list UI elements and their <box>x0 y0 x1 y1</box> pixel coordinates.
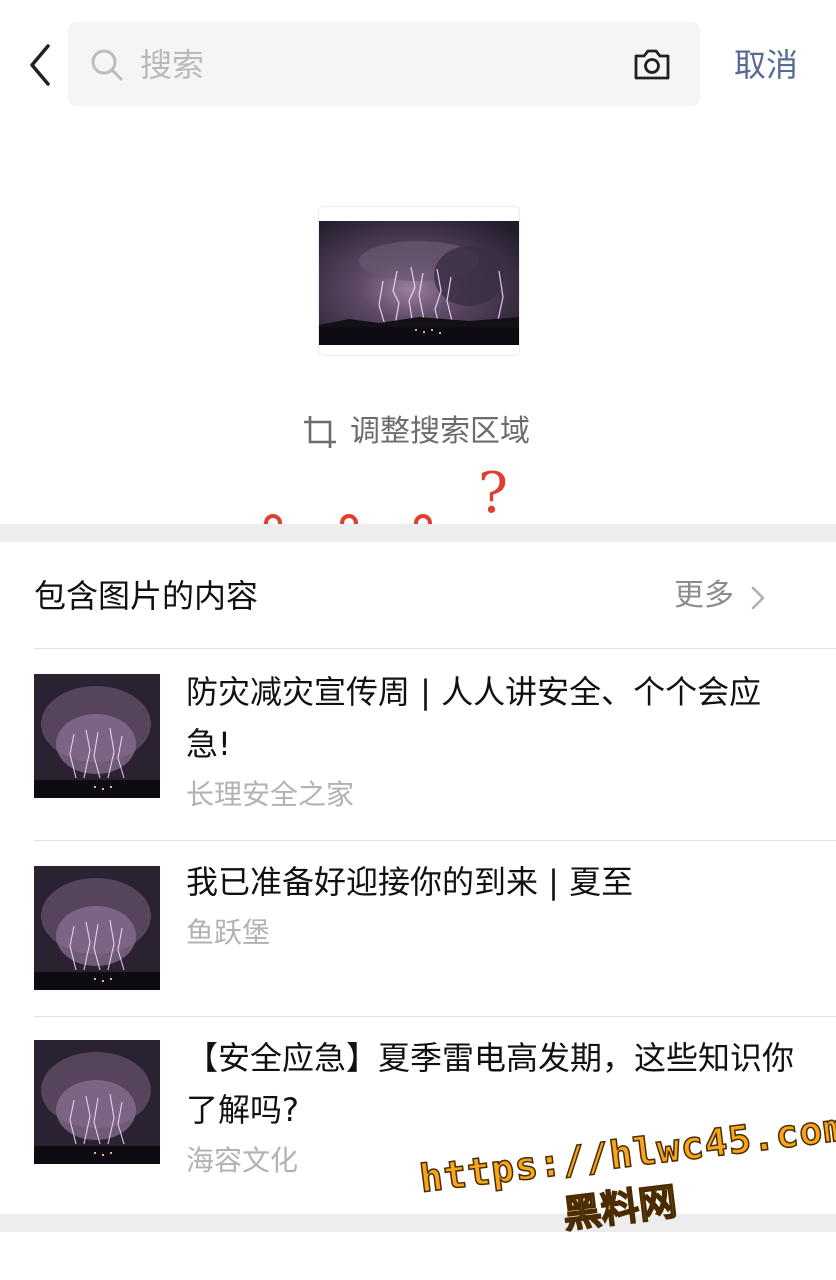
result-source: 鱼跃堡 <box>186 916 271 949</box>
search-image-preview[interactable] <box>318 206 520 356</box>
search-input[interactable] <box>140 42 600 88</box>
result-item[interactable]: 我已准备好迎接你的到来 | 夏至 鱼跃堡 <box>0 840 836 1016</box>
red-question-mark: ? <box>478 461 509 526</box>
section-header: 包含图片的内容 更多 <box>0 542 836 648</box>
back-arrow-icon[interactable] <box>22 40 62 90</box>
chevron-right-icon <box>751 586 765 610</box>
result-title: 我已准备好迎接你的到来 | 夏至 <box>186 863 634 901</box>
camera-icon[interactable] <box>632 46 672 82</box>
result-source: 海容文化 <box>186 1144 299 1177</box>
cancel-button[interactable]: 取消 <box>734 44 798 86</box>
search-box[interactable] <box>68 22 700 106</box>
result-thumbnail <box>34 674 160 798</box>
more-label: 更多 <box>674 578 734 613</box>
adjust-search-area-label: 调整搜索区域 <box>350 414 530 449</box>
result-source: 长理安全之家 <box>186 778 355 811</box>
result-thumbnail <box>34 1040 160 1164</box>
search-header: 取消 <box>0 0 836 130</box>
result-title: 防灾减灾宣传周 | 人人讲安全、个个会应急! <box>186 673 762 763</box>
lightning-storm-image <box>319 221 519 345</box>
result-item[interactable]: 防灾减灾宣传周 | 人人讲安全、个个会应急! 长理安全之家 <box>0 648 836 840</box>
magnifier-icon <box>90 48 124 82</box>
more-button[interactable]: 更多 <box>674 576 765 616</box>
crop-icon <box>304 416 336 448</box>
section-title: 包含图片的内容 <box>34 577 259 615</box>
result-thumbnail <box>34 866 160 990</box>
section-separator <box>0 524 836 542</box>
